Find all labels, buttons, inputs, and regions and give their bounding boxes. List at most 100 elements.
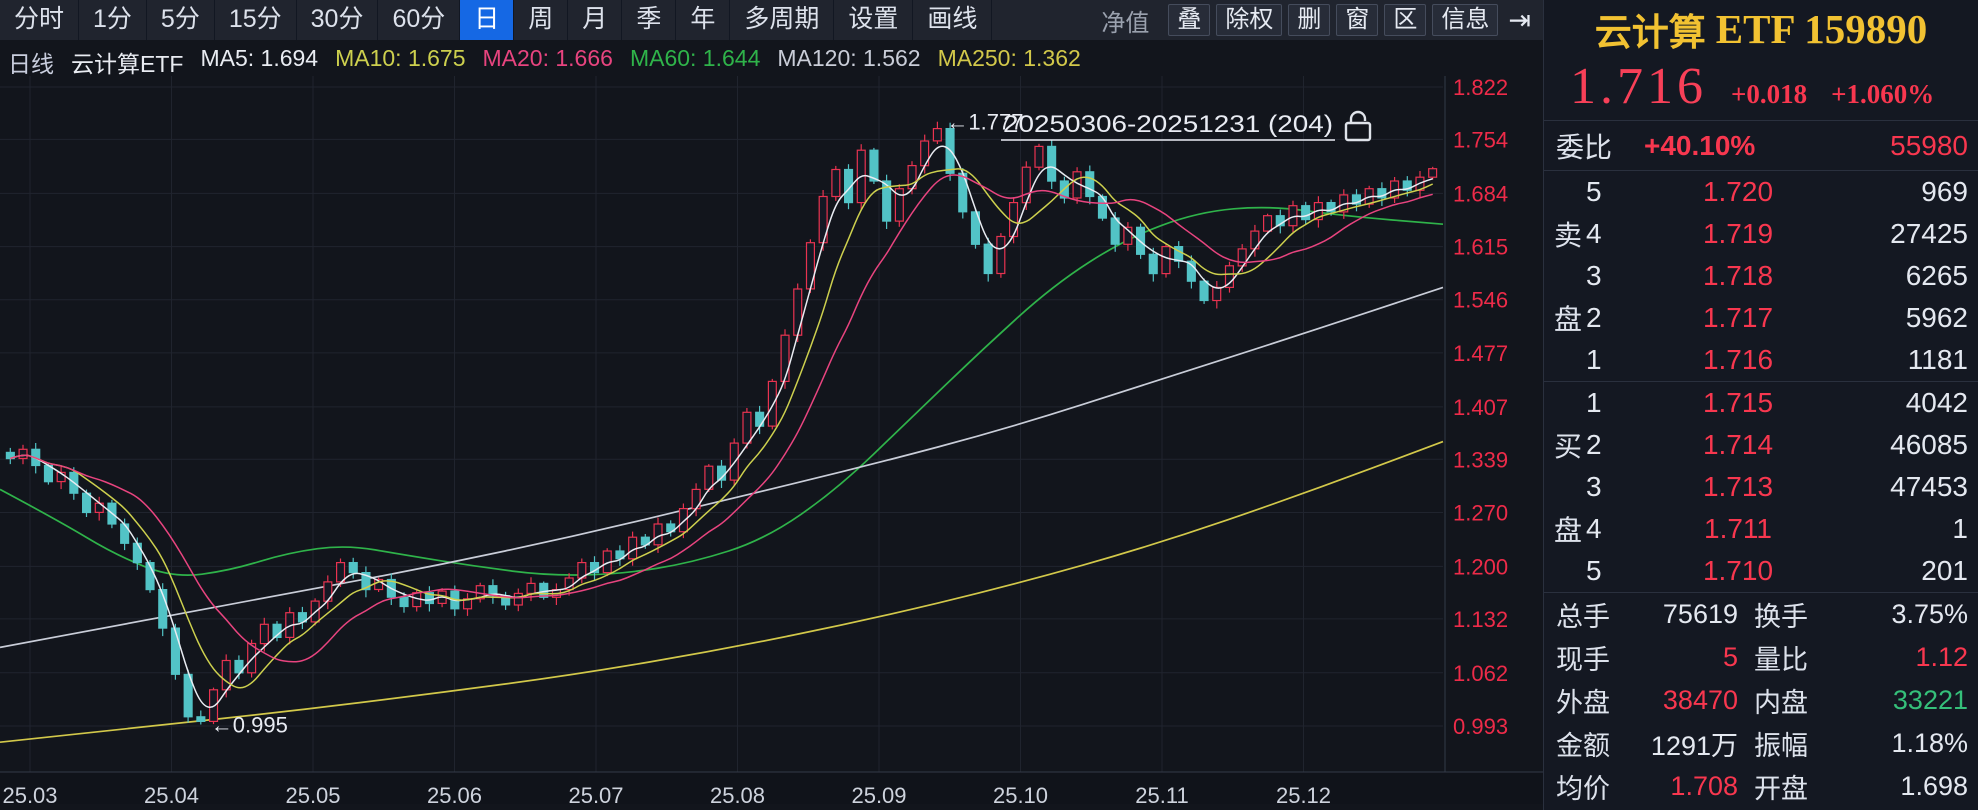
ask-volume: 27425 (1846, 218, 1978, 250)
period-tab-quarter[interactable]: 季 (622, 0, 676, 40)
chart-symbol-label: 云计算ETF (71, 45, 183, 79)
ask-volume: 969 (1846, 176, 1978, 208)
ask-level: 1 (1586, 344, 1630, 376)
candlestick-chart[interactable]: ←1.777←0.99520250306-20251231 (204)1.822… (0, 40, 1543, 804)
quote-panel: 云计算 ETF 159890 1.716 +0.018 +1.060% 委比 +… (1543, 0, 1978, 810)
avg-price-value: 1.708 (1648, 771, 1754, 802)
volume-ratio-value: 1.12 (1850, 642, 1968, 673)
bid-volume: 201 (1846, 555, 1978, 587)
period-tab-60min[interactable]: 60分 (378, 0, 460, 40)
overlay-button[interactable]: 叠 (1168, 4, 1210, 36)
open-price-value: 1.698 (1850, 771, 1968, 802)
region-button[interactable]: 区 (1384, 4, 1426, 36)
ask-volume: 1181 (1846, 344, 1978, 376)
bid-row-2[interactable]: 2 1.714 46085 (1586, 424, 1978, 466)
stat-row-lots: 外盘 38470 内盘 33221 (1544, 679, 1978, 722)
ask-volume: 5962 (1846, 302, 1978, 334)
bid-price: 1.713 (1630, 471, 1846, 503)
sell-char: 卖 (1554, 214, 1582, 254)
bid-volume: 1 (1846, 513, 1978, 545)
x-axis-label: 25.05 (285, 783, 340, 804)
open-price-label: 开盘 (1754, 767, 1850, 806)
stat-row-volume: 总手 75619 换手 3.75% (1544, 593, 1978, 636)
inner-lots-value: 33221 (1850, 685, 1968, 716)
x-axis-label: 25.09 (851, 783, 906, 804)
period-tab-30min[interactable]: 30分 (297, 0, 379, 40)
stat-row-avgprice: 均价 1.708 开盘 1.698 (1544, 765, 1978, 808)
ask-row-2[interactable]: 2 1.717 5962 (1586, 297, 1978, 339)
period-tab-month[interactable]: 月 (568, 0, 622, 40)
bid-price: 1.710 (1630, 555, 1846, 587)
nav-value-label[interactable]: 净值 (1101, 3, 1149, 38)
bid-row-3[interactable]: 3 1.713 47453 (1586, 466, 1978, 508)
ask-row-3[interactable]: 3 1.718 6265 (1586, 255, 1978, 297)
period-tab-5min[interactable]: 5分 (147, 0, 215, 40)
price-change-pct: +1.060% (1831, 79, 1934, 110)
bid-level: 5 (1586, 555, 1630, 587)
y-axis-label: 1.754 (1453, 127, 1508, 152)
y-axis-label: 1.270 (1453, 501, 1508, 526)
ma60-value: MA60: 1.644 (630, 45, 760, 79)
current-volume-value: 5 (1648, 642, 1754, 673)
bid-volume: 47453 (1846, 471, 1978, 503)
period-tab-day-active[interactable]: 日 (460, 0, 514, 40)
y-axis-label: 1.546 (1453, 288, 1508, 313)
pan-char: 盘 (1554, 509, 1582, 549)
period-tab-15min[interactable]: 15分 (215, 0, 297, 40)
y-axis-label: 1.407 (1453, 395, 1508, 420)
bid-level: 3 (1586, 471, 1630, 503)
y-axis-label: 0.993 (1453, 714, 1508, 739)
bid-row-1[interactable]: 1 1.715 4042 (1586, 382, 1978, 424)
y-axis-label: 1.477 (1453, 341, 1508, 366)
price-change: +0.018 (1731, 79, 1807, 110)
bid-level: 1 (1586, 387, 1630, 419)
period-tab-year[interactable]: 年 (676, 0, 730, 40)
ask-price: 1.716 (1630, 344, 1846, 376)
avg-price-label: 均价 (1556, 767, 1648, 806)
bid-price: 1.715 (1630, 387, 1846, 419)
period-tab-week[interactable]: 周 (514, 0, 568, 40)
amount-label: 金额 (1556, 724, 1648, 763)
bid-row-4[interactable]: 4 1.711 1 (1586, 508, 1978, 550)
ask-row-5[interactable]: 5 1.720 969 (1586, 171, 1978, 213)
period-tab-fenshi[interactable]: 分时 (0, 0, 79, 40)
delete-button[interactable]: 删 (1288, 4, 1330, 36)
ma-legend-bar: 日线 云计算ETF MA5: 1.694 MA10: 1.675 MA20: 1… (8, 45, 1081, 79)
y-axis-label: 1.200 (1453, 554, 1508, 579)
inner-lots-label: 内盘 (1754, 681, 1850, 720)
chart-period-label: 日线 (8, 45, 54, 79)
weibi-label: 委比 (1556, 126, 1644, 166)
period-tab-multi[interactable]: 多周期 (730, 0, 834, 40)
stat-row-current: 现手 5 量比 1.12 (1544, 636, 1978, 679)
y-axis-label: 1.062 (1453, 661, 1508, 686)
bid-price: 1.714 (1630, 429, 1846, 461)
exright-button[interactable]: 除权 (1216, 4, 1282, 36)
outer-lots-label: 外盘 (1556, 681, 1648, 720)
stat-row-amount: 金额 1291万 振幅 1.18% (1544, 722, 1978, 765)
period-tab-1min[interactable]: 1分 (79, 0, 147, 40)
collapse-panel-icon[interactable]: ⇥ (1508, 5, 1531, 36)
settings-button[interactable]: 设置 (834, 0, 913, 40)
x-axis-label: 25.10 (993, 783, 1048, 804)
amplitude-value: 1.18% (1850, 728, 1968, 759)
total-volume-label: 总手 (1556, 595, 1648, 634)
weibi-value: +40.10% (1644, 130, 1755, 162)
bid-price: 1.711 (1630, 513, 1846, 545)
info-button[interactable]: 信息 (1432, 4, 1498, 36)
stock-name: 云计算 (1595, 2, 1706, 56)
turnover-rate-value: 3.75% (1850, 599, 1968, 630)
last-price: 1.716 (1570, 57, 1707, 116)
bid-level: 4 (1586, 513, 1630, 545)
ask-row-4[interactable]: 4 1.719 27425 (1586, 213, 1978, 255)
x-axis-label: 25.12 (1276, 783, 1331, 804)
ask-price: 1.720 (1630, 176, 1846, 208)
window-button[interactable]: 窗 (1336, 4, 1378, 36)
bid-book: 买 盘 1 1.715 4042 2 1.714 46085 3 1.713 4… (1544, 382, 1978, 593)
period-toolbar: 分时 1分 5分 15分 30分 60分 日 周 月 季 年 多周期 设置 画线… (0, 0, 1543, 41)
ask-row-1[interactable]: 1 1.716 1181 (1586, 339, 1978, 381)
bid-level: 2 (1586, 429, 1630, 461)
y-axis-label: 1.822 (1453, 75, 1508, 100)
buy-char: 买 (1554, 425, 1582, 465)
bid-row-5[interactable]: 5 1.710 201 (1586, 550, 1978, 592)
draw-line-button[interactable]: 画线 (913, 0, 992, 40)
